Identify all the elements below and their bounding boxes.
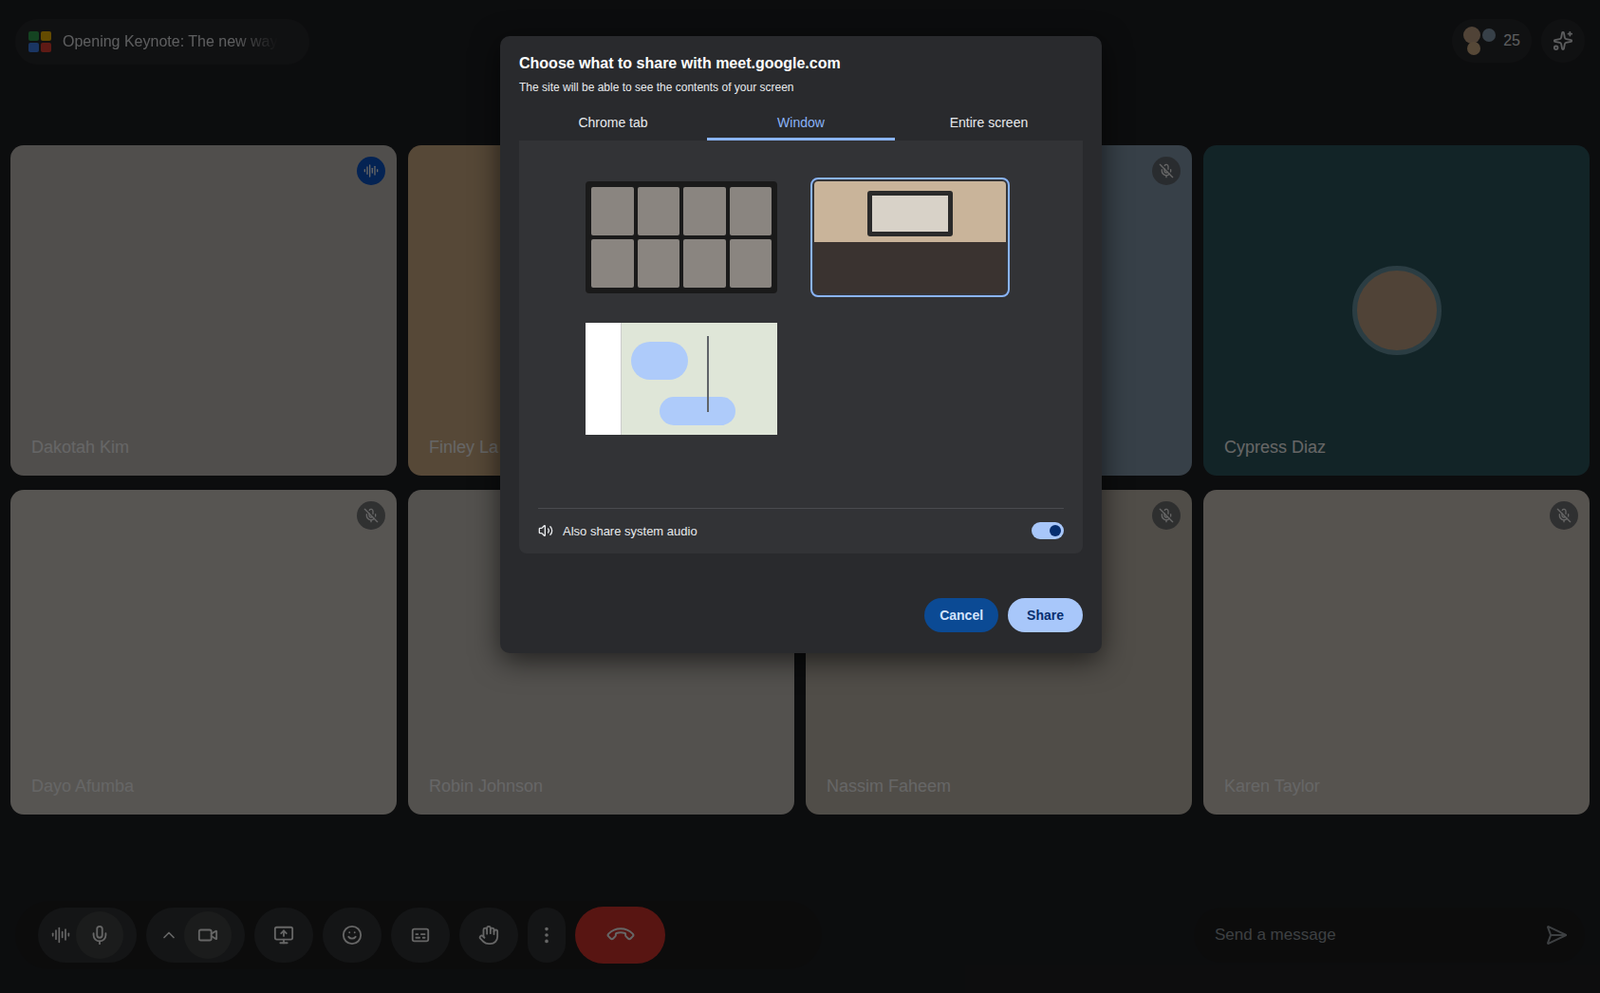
dialog-title: Choose what to share with meet.google.co… [519,53,1083,75]
window-list [519,140,1083,439]
share-panel: Also share system audio [519,140,1083,554]
share-tab[interactable]: Chrome tab [519,108,707,141]
audio-label: Also share system audio [562,521,698,541]
window-thumbnail[interactable] [581,177,782,298]
cancel-button[interactable]: Cancel [924,597,999,633]
audio-toggle[interactable] [1031,521,1064,540]
share-tabs: Chrome tabWindowEntire screen [519,108,1083,141]
meet-window: Opening Keynote: The new way25Dakotah Ki… [0,0,1600,993]
share-dialog: Choose what to share with meet.google.co… [500,36,1102,653]
share-button[interactable]: Share [1007,597,1083,633]
audio-row: Also share system audio [519,508,1083,555]
window-thumbnail[interactable] [581,318,782,439]
dialog-subtitle: The site will be able to see the content… [519,79,1083,95]
share-tab[interactable]: Window [706,108,895,141]
dialog-buttons: CancelShare [519,597,1083,633]
speaker-icon [538,522,554,539]
window-thumbnail[interactable] [810,177,1010,298]
share-tab[interactable]: Entire screen [894,108,1083,141]
